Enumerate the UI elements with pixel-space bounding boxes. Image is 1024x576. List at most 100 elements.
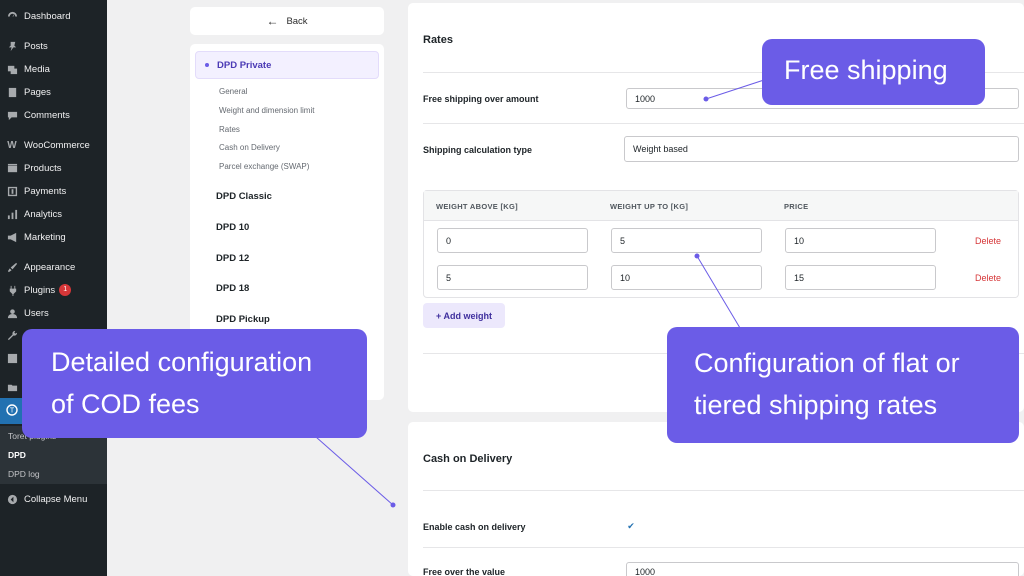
megaphone-icon: [0, 232, 24, 243]
menu-payments[interactable]: Payments: [0, 180, 107, 202]
back-button[interactable]: ← Back: [190, 7, 384, 35]
callout-text-line1: Configuration of flat or: [694, 348, 960, 378]
nav-item-label: DPD Private: [217, 59, 272, 71]
menu-comments[interactable]: Comments: [0, 104, 107, 126]
cod-pointer-dot: [390, 502, 396, 508]
menu-label: Users: [24, 307, 49, 319]
collapse-icon: [0, 494, 24, 505]
user-icon: [0, 308, 24, 319]
enable-cod-checkbox[interactable]: ✔: [626, 521, 636, 531]
menu-appearance[interactable]: Appearance: [0, 256, 107, 278]
free-shipping-label: Free shipping over amount: [423, 94, 539, 104]
menu-pages[interactable]: Pages: [0, 81, 107, 103]
menu-label: Payments: [24, 185, 67, 197]
menu-label: Plugins: [24, 284, 56, 296]
free-over-input[interactable]: 1000: [626, 562, 1019, 576]
row2-delete-button[interactable]: Delete: [975, 273, 1001, 283]
callout-text-line2: tiered shipping rates: [694, 390, 938, 420]
nav-item-dpd-12[interactable]: DPD 12: [216, 253, 249, 264]
svg-text:T: T: [10, 408, 15, 415]
weight-rates-table: WEIGHT ABOVE [KG] WEIGHT UP TO [KG] PRIC…: [423, 190, 1019, 298]
menu-posts[interactable]: Posts: [0, 35, 107, 57]
payments-icon: [0, 186, 24, 197]
folder-icon: [0, 382, 24, 393]
menu-products[interactable]: Products: [0, 157, 107, 179]
callout-free-shipping: Free shipping: [762, 39, 985, 105]
cod-pointer-line: [315, 436, 394, 506]
nav-item-dpd-18[interactable]: DPD 18: [216, 283, 249, 294]
callout-shipping-rates: Configuration of flat or tiered shipping…: [667, 327, 1019, 443]
callout-text-line1: Detailed configuration: [51, 347, 313, 377]
nav-item-dpd-private[interactable]: DPD Private: [195, 51, 379, 79]
nav-item-dpd-pickup[interactable]: DPD Pickup: [216, 314, 270, 325]
menu-label: Appearance: [24, 261, 76, 273]
submenu-dpd[interactable]: DPD: [0, 446, 107, 464]
menu-label: Pages: [24, 86, 51, 98]
menu-plugins[interactable]: Plugins 1: [0, 279, 107, 301]
row2-weight-above-input[interactable]: 5: [437, 265, 588, 290]
rates-title: Rates: [423, 34, 453, 46]
wrench-icon: [0, 330, 24, 341]
callout-text-line2: of COD fees: [51, 389, 200, 419]
menu-label: Collapse Menu: [24, 493, 88, 505]
collapse-menu-button[interactable]: Collapse Menu: [0, 488, 107, 510]
row1-weight-upto-input[interactable]: 5: [611, 228, 762, 253]
nav-sub-general[interactable]: General: [219, 87, 247, 96]
row1-delete-button[interactable]: Delete: [975, 236, 1001, 246]
nav-item-dpd-classic[interactable]: DPD Classic: [216, 191, 272, 202]
menu-users[interactable]: Users: [0, 302, 107, 324]
nav-sub-cod[interactable]: Cash on Delivery: [219, 143, 280, 152]
calc-type-label: Shipping calculation type: [423, 145, 533, 155]
arrow-left-icon: ←: [266, 14, 279, 28]
menu-dashboard[interactable]: Dashboard: [0, 5, 107, 27]
menu-label: Dashboard: [24, 10, 71, 22]
pin-icon: [0, 41, 24, 52]
wp-admin-sidebar: Dashboard Posts Media Pages Comments W W…: [0, 0, 107, 576]
products-icon: [0, 163, 24, 174]
comment-icon: [0, 110, 24, 121]
menu-woocommerce[interactable]: W WooCommerce: [0, 134, 107, 156]
row2-price-input[interactable]: 15: [785, 265, 936, 290]
plugins-update-badge: 1: [59, 284, 72, 296]
analytics-icon: [0, 209, 24, 220]
settings-grid-icon: [0, 353, 24, 364]
row2-weight-upto-input[interactable]: 10: [611, 265, 762, 290]
menu-media[interactable]: Media: [0, 58, 107, 80]
calc-type-select[interactable]: Weight based: [624, 136, 1019, 162]
nav-sub-swap[interactable]: Parcel exchange (SWAP): [219, 162, 309, 171]
col-weight-upto: WEIGHT UP TO [KG]: [610, 202, 689, 211]
pages-icon: [0, 87, 24, 98]
row1-weight-above-input[interactable]: 0: [437, 228, 588, 253]
menu-label: Analytics: [24, 208, 63, 220]
add-weight-button[interactable]: + Add weight: [423, 303, 505, 328]
menu-label: Products: [24, 162, 62, 174]
submenu-dpd-log[interactable]: DPD log: [0, 465, 107, 483]
divider: [423, 123, 1024, 124]
divider: [423, 547, 1024, 548]
free-over-label: Free over the value: [423, 567, 506, 576]
menu-label: Media: [24, 63, 50, 75]
cod-title: Cash on Delivery: [423, 453, 513, 465]
menu-label: WooCommerce: [24, 139, 90, 151]
dashboard-icon: [0, 11, 24, 22]
nav-sub-rates[interactable]: Rates: [219, 125, 240, 134]
row1-price-input[interactable]: 10: [785, 228, 936, 253]
cod-section: Cash on Delivery Enable cash on delivery…: [408, 422, 1024, 576]
divider: [423, 490, 1024, 491]
callout-text: Free shipping: [784, 55, 948, 85]
menu-label: Comments: [24, 109, 70, 121]
callout-cod-fees: Detailed configuration of COD fees: [22, 329, 367, 438]
nav-item-dpd-10[interactable]: DPD 10: [216, 222, 249, 233]
nav-sub-weight-limit[interactable]: Weight and dimension limit: [219, 106, 314, 115]
col-price: PRICE: [784, 202, 809, 211]
media-icon: [0, 64, 24, 75]
menu-analytics[interactable]: Analytics: [0, 203, 107, 225]
menu-label: Posts: [24, 40, 48, 52]
back-label: Back: [286, 15, 308, 27]
menu-marketing[interactable]: Marketing: [0, 226, 107, 248]
toret-icon: T: [0, 404, 24, 416]
bullet-icon: [205, 63, 209, 67]
woo-icon: W: [7, 139, 17, 151]
plug-icon: [0, 285, 24, 296]
enable-cod-label: Enable cash on delivery: [423, 522, 526, 532]
